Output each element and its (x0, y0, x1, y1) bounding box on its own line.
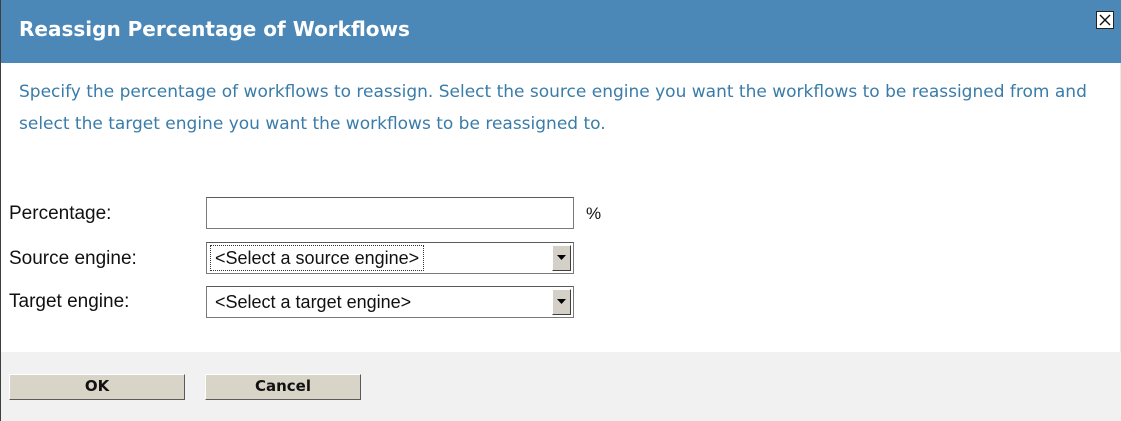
close-icon (1099, 14, 1111, 26)
source-engine-label: Source engine: (9, 248, 137, 269)
dialog-title: Reassign Percentage of Workflows (19, 17, 410, 41)
ok-button[interactable]: OK (9, 374, 185, 400)
reassign-dialog: Reassign Percentage of Workflows Specify… (0, 0, 1121, 421)
title-bar: Reassign Percentage of Workflows (1, 0, 1121, 63)
target-engine-select[interactable]: <Select a target engine> (206, 286, 574, 318)
cancel-button[interactable]: Cancel (205, 374, 361, 400)
chevron-down-icon (557, 255, 566, 260)
target-engine-label: Target engine: (9, 291, 130, 312)
chevron-down-icon (557, 299, 566, 304)
target-engine-value: <Select a target engine> (215, 292, 412, 312)
instructions-text: Specify the percentage of workflows to r… (19, 82, 1087, 134)
target-engine-dropdown-button[interactable] (552, 289, 571, 315)
source-engine-value: <Select a source engine> (209, 245, 425, 271)
percentage-input[interactable] (206, 197, 574, 229)
source-engine-select[interactable]: <Select a source engine> (206, 242, 574, 274)
percent-unit: % (586, 204, 602, 223)
source-engine-dropdown-button[interactable] (552, 245, 571, 271)
dialog-footer: OK Cancel (1, 352, 1121, 421)
percentage-label: Percentage: (9, 203, 112, 224)
close-button[interactable] (1096, 11, 1114, 29)
